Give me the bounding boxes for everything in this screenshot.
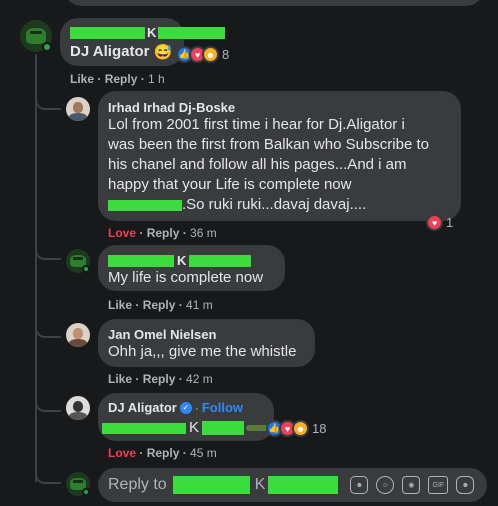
online-indicator (82, 488, 90, 496)
timestamp[interactable]: 42 m (186, 372, 213, 386)
love-button[interactable]: Love (108, 226, 136, 240)
online-indicator (82, 265, 90, 273)
comment-text-line: happy that your Life is complete now (108, 176, 352, 193)
thread-connector (35, 388, 61, 412)
author-initial: K (147, 25, 157, 40)
haha-reaction-icon: ☻ (202, 46, 219, 63)
previous-comment-bubble (64, 0, 484, 6)
comment-author[interactable]: K (70, 25, 226, 40)
reaction-summary[interactable]: 👍 ♥ ☻ 8 (176, 46, 229, 63)
love-button[interactable]: Love (108, 446, 136, 460)
comment-author[interactable]: Irhad Irhad Dj-Boske (108, 100, 235, 115)
comment-actions: Love · Reply · 36 m (108, 226, 217, 240)
thread-connector (35, 314, 61, 338)
redacted-name (172, 476, 250, 494)
comment-text: DJ Aligator (70, 43, 150, 60)
timestamp[interactable]: 41 m (186, 298, 213, 312)
avatar[interactable] (66, 396, 90, 420)
comment-bubble: DJ Aligator ✓ · Follow K (98, 393, 274, 441)
redacted-text (102, 422, 186, 434)
comment-text: My life is complete now (108, 269, 264, 286)
comment-author[interactable]: K (108, 253, 252, 268)
avatar[interactable] (66, 323, 90, 347)
separator-dot: · (194, 400, 199, 415)
comment-actions: Like · Reply · 1 h (70, 72, 165, 86)
thread-line (35, 54, 37, 482)
comment-actions: Like · Reply · 42 m (108, 372, 213, 386)
redacted-name (108, 254, 174, 267)
emoji-icon[interactable]: ☺ (376, 476, 395, 494)
sweat-smile-emoji: 😅 (153, 44, 173, 61)
reply-button[interactable]: Reply (147, 226, 180, 240)
haha-reaction-icon: ☻ (292, 420, 309, 437)
thread-connector (35, 236, 61, 260)
reply-button[interactable]: Reply (147, 446, 180, 460)
comment-actions: Love · Reply · 45 m (108, 446, 217, 460)
sticker-face-icon[interactable]: ☻ (456, 476, 475, 494)
comment-text-line: .So ruki ruki...davaj davaj.... (182, 196, 367, 213)
comment-text-line: was been the first from Balkan who Subsc… (108, 136, 429, 153)
author-initial: K (177, 253, 187, 268)
comment-text: Ohh ja,,, give me the whistle (108, 343, 297, 360)
alligator-emoji (246, 425, 269, 431)
timestamp[interactable]: 1 h (148, 72, 165, 86)
redacted-name (189, 254, 252, 267)
thread-connector (35, 86, 61, 110)
love-reaction-icon: ♥ (426, 214, 443, 231)
reply-button[interactable]: Reply (105, 72, 138, 86)
reply-button[interactable]: Reply (143, 372, 176, 386)
verified-badge-icon: ✓ (179, 401, 192, 414)
comment-bubble: K My life is complete now (98, 245, 285, 291)
sticker-icon[interactable]: ☻ (350, 476, 369, 494)
reply-button[interactable]: Reply (143, 298, 176, 312)
timestamp[interactable]: 45 m (190, 446, 217, 460)
redacted-name (158, 26, 226, 39)
comment-author[interactable]: Jan Omel Nielsen (108, 327, 216, 342)
like-button[interactable]: Like (70, 72, 94, 86)
reply-initial: K (254, 476, 266, 493)
reaction-summary[interactable]: 👍 ♥ ☻ 18 (266, 420, 326, 437)
comment-text-line: Lol from 2001 first time i hear for Dj.A… (108, 116, 405, 133)
comment-text-line: his chanel and follow all his pages...An… (108, 156, 407, 173)
redacted-name (70, 26, 145, 39)
comment-text: K (189, 419, 200, 436)
comment-bubble: K DJ Aligator 😅 (60, 18, 226, 66)
like-button[interactable]: Like (108, 372, 132, 386)
comment-author[interactable]: DJ Aligator (108, 400, 177, 415)
reaction-count: 8 (222, 47, 230, 62)
gif-icon[interactable]: GIF (428, 476, 449, 494)
reaction-count: 1 (446, 215, 454, 230)
thread-connector (35, 460, 61, 484)
redacted-name (108, 199, 182, 211)
avatar[interactable] (66, 97, 90, 121)
reaction-summary[interactable]: ♥ 1 (426, 214, 453, 231)
comment-actions: Like · Reply · 41 m (108, 298, 213, 312)
reply-placeholder: Reply to (108, 476, 167, 493)
redacted-name (268, 476, 339, 494)
follow-link[interactable]: Follow (202, 400, 243, 415)
reply-input[interactable]: Reply to K ☻ ☺ ◉ GIF ☻ (98, 468, 487, 502)
comment-bubble: Irhad Irhad Dj-Boske Lol from 2001 first… (98, 91, 461, 221)
camera-icon[interactable]: ◉ (402, 476, 421, 494)
timestamp[interactable]: 36 m (190, 226, 217, 240)
comment-bubble: Jan Omel Nielsen Ohh ja,,, give me the w… (98, 319, 315, 367)
redacted-text (202, 421, 245, 435)
reaction-count: 18 (312, 421, 327, 436)
online-indicator (42, 42, 52, 52)
like-button[interactable]: Like (108, 298, 132, 312)
